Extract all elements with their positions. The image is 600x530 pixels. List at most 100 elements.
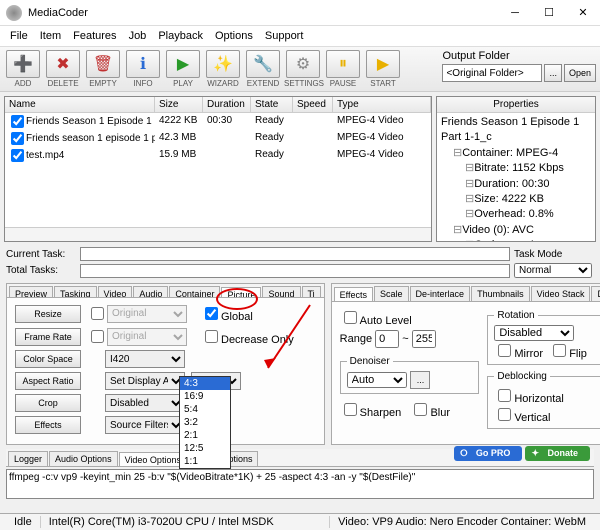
browse-button[interactable]: ... bbox=[544, 64, 562, 82]
cmdline-input[interactable]: ffmpeg -c:v vp9 -keyint_min 25 -b:v "$(V… bbox=[6, 469, 594, 499]
blur-check[interactable] bbox=[414, 403, 427, 416]
col-state[interactable]: State bbox=[251, 97, 293, 112]
tb-add[interactable]: ➕ADD bbox=[4, 50, 42, 88]
col-duration[interactable]: Duration bbox=[203, 97, 251, 112]
tab-delogo[interactable]: Delogo bbox=[591, 286, 600, 301]
global-check[interactable] bbox=[205, 307, 218, 320]
colorspace-button[interactable]: Color Space bbox=[15, 350, 81, 368]
property-line: ⊟ Bitrate: 1152 Kbps bbox=[441, 161, 591, 176]
crop-button[interactable]: Crop bbox=[15, 394, 81, 412]
tb-start[interactable]: ▶START bbox=[364, 50, 402, 88]
framerate-check[interactable] bbox=[91, 330, 104, 343]
tab-sound[interactable]: Sound bbox=[262, 286, 300, 297]
crop-select[interactable]: Disabled bbox=[105, 394, 185, 412]
tb-settings[interactable]: ⚙SETTINGS bbox=[284, 50, 322, 88]
tb-wizard[interactable]: ✨WIZARD bbox=[204, 50, 242, 88]
aspect-option[interactable]: 3:2 bbox=[180, 416, 230, 429]
task-mode-select[interactable]: Normal bbox=[514, 263, 592, 278]
mirror-check[interactable] bbox=[498, 344, 511, 357]
tab-picture[interactable]: Picture bbox=[221, 287, 261, 298]
effects-select[interactable]: Source Filters bbox=[105, 416, 185, 434]
col-speed[interactable]: Speed bbox=[293, 97, 333, 112]
tab-audio[interactable]: Audio bbox=[133, 286, 168, 297]
range-max[interactable] bbox=[412, 330, 436, 348]
aspect-option[interactable]: 1:1 bbox=[180, 455, 230, 468]
rotation-select[interactable]: Disabled bbox=[494, 325, 574, 341]
resize-check[interactable] bbox=[91, 307, 104, 320]
aspect-button[interactable]: Aspect Ratio bbox=[15, 372, 81, 390]
tab-effects[interactable]: Effects bbox=[334, 287, 373, 302]
tb-delete[interactable]: ✖DELETE bbox=[44, 50, 82, 88]
tab-video[interactable]: Video bbox=[98, 286, 133, 297]
minimize-button[interactable]: ─ bbox=[498, 0, 532, 26]
col-name[interactable]: Name bbox=[5, 97, 155, 112]
menu-support[interactable]: Support bbox=[259, 28, 310, 44]
row-check[interactable] bbox=[11, 149, 24, 162]
close-button[interactable]: ✕ bbox=[566, 0, 600, 26]
horiz-check[interactable] bbox=[498, 389, 511, 402]
donate-button[interactable]: ✦ Donate bbox=[525, 446, 590, 461]
aspect-option[interactable]: 5:4 bbox=[180, 403, 230, 416]
aspect-option[interactable]: 16:9 bbox=[180, 390, 230, 403]
col-size[interactable]: Size bbox=[155, 97, 203, 112]
resize-select[interactable]: Original bbox=[107, 305, 187, 323]
row-check[interactable] bbox=[11, 115, 24, 128]
menu-options[interactable]: Options bbox=[209, 28, 259, 44]
h-scrollbar[interactable] bbox=[5, 227, 431, 241]
denoiser-select[interactable]: Auto bbox=[347, 372, 407, 388]
effects-button[interactable]: Effects bbox=[15, 416, 81, 434]
decrease-check[interactable] bbox=[205, 330, 218, 343]
tab-audio-options[interactable]: Audio Options bbox=[49, 451, 118, 466]
total-tasks-row: Total Tasks: Normal bbox=[0, 262, 600, 279]
statusbar: Idle Intel(R) Core(TM) i3-7020U CPU / In… bbox=[0, 513, 600, 530]
range-min[interactable] bbox=[375, 330, 399, 348]
aspect-select[interactable]: Set Display AR bbox=[105, 372, 185, 390]
menu-file[interactable]: File bbox=[4, 28, 34, 44]
col-type[interactable]: Type bbox=[333, 97, 431, 112]
aspect-option[interactable]: 12:5 bbox=[180, 442, 230, 455]
denoiser-more[interactable]: ... bbox=[410, 371, 430, 389]
table-row[interactable]: Friends Season 1 Episode 1 Part 1...4222… bbox=[5, 113, 431, 130]
menu-job[interactable]: Job bbox=[123, 28, 153, 44]
go-pro-button[interactable]: ⭘ Go PRO bbox=[454, 446, 522, 461]
tab-video-stack[interactable]: Video Stack bbox=[531, 286, 591, 301]
tab-ti[interactable]: Ti bbox=[302, 286, 321, 297]
property-line: ⊟ Codec: avc1 bbox=[441, 238, 591, 241]
cmdline-box: ffmpeg -c:v vp9 -keyint_min 25 -b:v "$(V… bbox=[6, 469, 594, 502]
autolevel-check[interactable] bbox=[344, 311, 357, 324]
tab-thumbnails[interactable]: Thumbnails bbox=[471, 286, 530, 301]
sharpen-check[interactable] bbox=[344, 403, 357, 416]
table-row[interactable]: test.mp415.9 MBReadyMPEG-4 Video bbox=[5, 147, 431, 164]
tab-tasking[interactable]: Tasking bbox=[54, 286, 97, 297]
aspect-option[interactable]: 2:1 bbox=[180, 429, 230, 442]
table-row[interactable]: Friends season 1 episode 1 part 1...42.3… bbox=[5, 130, 431, 147]
maximize-button[interactable]: ☐ bbox=[532, 0, 566, 26]
tb-extend[interactable]: 🔧EXTEND bbox=[244, 50, 282, 88]
row-check[interactable] bbox=[11, 132, 24, 145]
menu-item[interactable]: Item bbox=[34, 28, 67, 44]
tb-info[interactable]: ℹINFO bbox=[124, 50, 162, 88]
resize-button[interactable]: Resize bbox=[15, 305, 81, 323]
tb-play[interactable]: ▶PLAY bbox=[164, 50, 202, 88]
vert-check[interactable] bbox=[498, 408, 511, 421]
tab-video-options[interactable]: Video Options bbox=[119, 452, 187, 467]
tab-scale[interactable]: Scale bbox=[374, 286, 409, 301]
colorspace-select[interactable]: I420 bbox=[105, 350, 185, 368]
framerate-select[interactable]: Original bbox=[107, 328, 187, 346]
open-button[interactable]: Open bbox=[564, 64, 596, 82]
output-folder-input[interactable] bbox=[442, 64, 542, 82]
tab-logger[interactable]: Logger bbox=[8, 451, 48, 466]
aspect-dropdown-open[interactable]: 4:316:95:43:22:112:51:1 bbox=[179, 376, 231, 469]
file-list[interactable]: Name Size Duration State Speed Type Frie… bbox=[4, 96, 432, 242]
flip-check[interactable] bbox=[553, 344, 566, 357]
tb-pause[interactable]: ⏸PAUSE bbox=[324, 50, 362, 88]
tab-de-interlace[interactable]: De-interlace bbox=[410, 286, 471, 301]
tb-empty[interactable]: 🗑EMPTY bbox=[84, 50, 122, 88]
aspect-option[interactable]: 4:3 bbox=[180, 377, 230, 390]
framerate-button[interactable]: Frame Rate bbox=[15, 328, 81, 346]
task-mode-label: Task Mode bbox=[514, 249, 594, 260]
menu-playback[interactable]: Playback bbox=[152, 28, 209, 44]
tab-container[interactable]: Container bbox=[169, 286, 220, 297]
tab-preview[interactable]: Preview bbox=[9, 286, 53, 297]
menu-features[interactable]: Features bbox=[67, 28, 122, 44]
